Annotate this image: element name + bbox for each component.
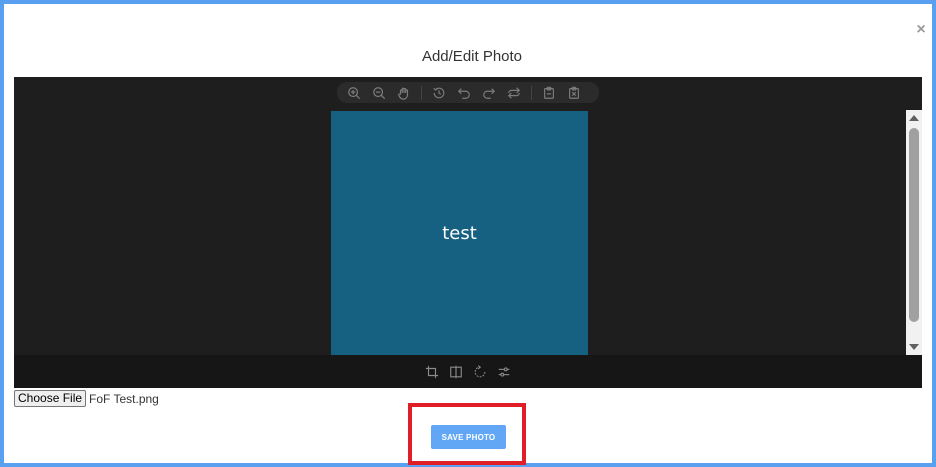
crop-icon[interactable] [424, 364, 440, 380]
scroll-up-arrow-icon[interactable] [906, 111, 922, 125]
clipboard-icon[interactable] [541, 85, 557, 101]
toolbar-divider [421, 85, 422, 100]
zoom-in-icon[interactable] [346, 85, 362, 101]
file-input-row: Choose File FoF Test.png [14, 390, 159, 407]
selected-file-name: FoF Test.png [89, 391, 159, 406]
editor-bottom-toolbar [14, 355, 922, 388]
image-editor: test [14, 77, 922, 388]
redo-icon[interactable] [481, 85, 497, 101]
zoom-out-icon[interactable] [371, 85, 387, 101]
undo-icon[interactable] [456, 85, 472, 101]
delete-icon[interactable] [566, 85, 582, 101]
adjust-icon[interactable] [496, 364, 512, 380]
scrollbar-thumb[interactable] [909, 128, 919, 322]
pan-hand-icon[interactable] [396, 85, 412, 101]
image-canvas[interactable]: test [331, 111, 588, 355]
vertical-scrollbar[interactable] [906, 110, 922, 355]
save-photo-button[interactable]: SAVE PHOTO [431, 425, 506, 449]
choose-file-button[interactable]: Choose File [14, 390, 87, 407]
rotate-icon[interactable] [472, 364, 488, 380]
scroll-down-arrow-icon[interactable] [906, 340, 922, 354]
editor-top-toolbar [337, 82, 599, 103]
close-button[interactable]: × [912, 20, 930, 40]
canvas-text: test [442, 222, 477, 244]
redo-all-icon[interactable] [506, 85, 522, 101]
history-icon[interactable] [431, 85, 447, 101]
flip-icon[interactable] [448, 364, 464, 380]
toolbar-divider [531, 85, 532, 100]
modal-title: Add/Edit Photo [421, 48, 523, 65]
